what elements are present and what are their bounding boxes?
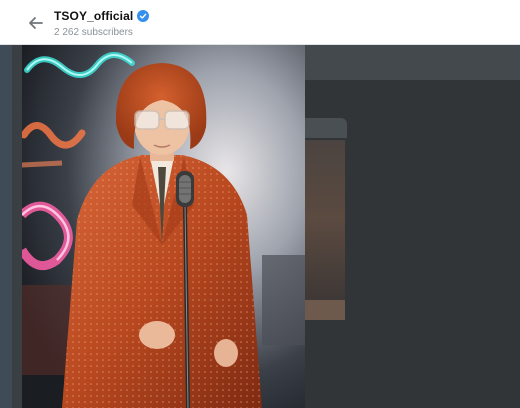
blurred-thumbnail <box>305 140 345 300</box>
backdrop-strip <box>305 45 520 80</box>
check-badge-icon <box>137 10 150 22</box>
backdrop-card <box>305 118 347 138</box>
channel-info[interactable]: TSOY_official 2 262 subscribers <box>54 9 150 38</box>
back-button[interactable] <box>27 14 45 32</box>
blurred-thumbnail-base <box>305 300 345 320</box>
subscriber-count: 2 262 subscribers <box>54 27 133 38</box>
photo-performer <box>22 45 305 408</box>
app-window: TSOY_official 2 262 subscribers <box>0 0 520 408</box>
chat-header: TSOY_official 2 262 subscribers <box>0 0 520 45</box>
channel-title: TSOY_official <box>54 9 134 23</box>
arrow-left-icon <box>29 17 43 29</box>
media-photo[interactable] <box>22 45 305 408</box>
chat-list-rail[interactable] <box>0 0 12 408</box>
